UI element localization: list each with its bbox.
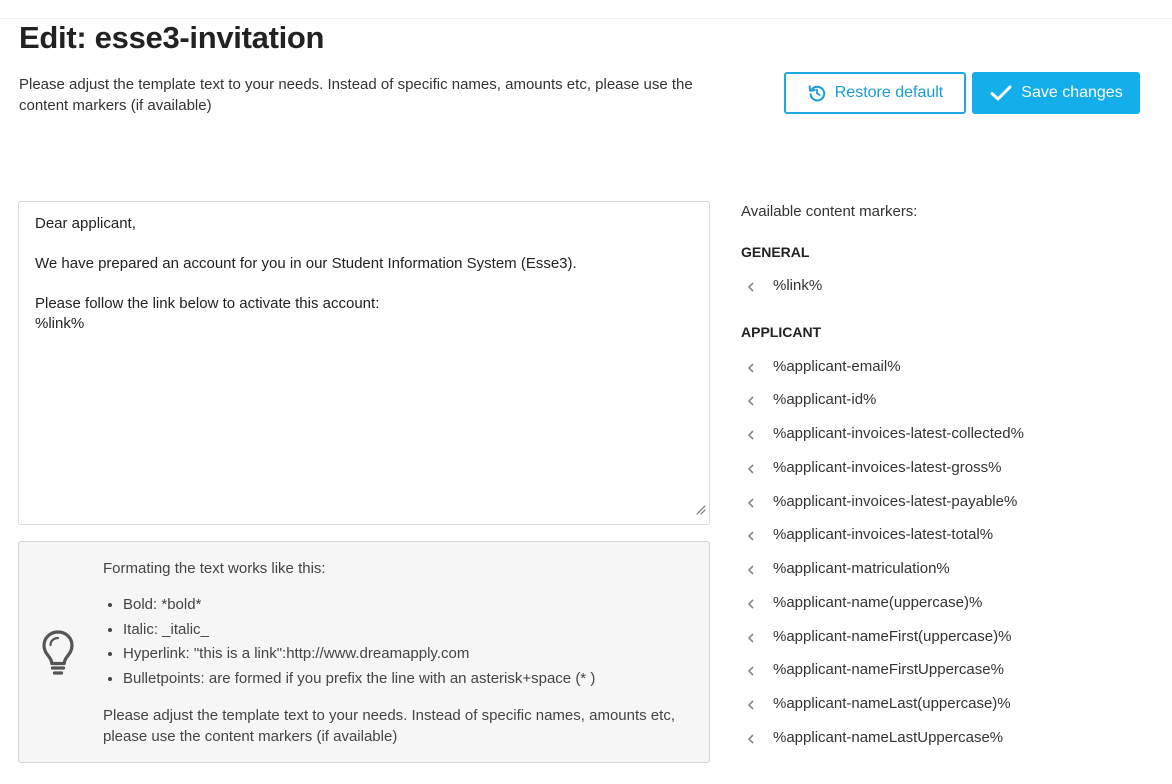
restore-icon: [807, 83, 827, 103]
marker-label: %applicant-nameLast(uppercase)%: [773, 695, 1011, 712]
page-intro: Please adjust the template text to your …: [19, 76, 693, 114]
editor-line: %link%: [35, 315, 85, 332]
chevron-left-icon: [747, 394, 755, 411]
chevron-left-icon: [747, 462, 755, 479]
resize-handle-icon[interactable]: [694, 501, 706, 521]
chevron-left-icon: [747, 597, 755, 614]
marker-label: %applicant-id%: [773, 391, 877, 408]
save-changes-label: Save changes: [1021, 84, 1123, 101]
chevron-left-icon: [747, 496, 755, 513]
marker-label: %applicant-invoices-latest-total%: [773, 526, 994, 543]
marker-label: %applicant-matriculation%: [773, 560, 950, 577]
chevron-left-icon: [747, 428, 755, 445]
marker-label: %applicant-nameFirst(uppercase)%: [773, 628, 1012, 645]
chevron-left-icon: [747, 732, 755, 749]
top-divider: [0, 18, 1172, 19]
checkmark-icon: [989, 83, 1013, 103]
content-markers-title: Available content markers:: [741, 203, 918, 220]
help-heading: Formating the text works like this:: [103, 560, 326, 577]
help-list: Bold: *bold* Italic: _italic_ Hyperlink:…: [103, 593, 595, 691]
marker-label: %link%: [773, 277, 823, 294]
marker-label: %applicant-nameFirstUppercase%: [773, 661, 1004, 678]
restore-default-button[interactable]: Restore default: [784, 72, 966, 114]
formatting-help-panel: Formating the text works like this: Bold…: [18, 541, 710, 763]
help-item: Bold: *bold*: [123, 593, 595, 618]
chevron-left-icon: [747, 361, 755, 378]
chevron-left-icon: [747, 664, 755, 681]
lightbulb-icon: [41, 629, 75, 681]
help-footer: Please adjust the template text to your …: [103, 707, 675, 745]
help-item: Italic: _italic_: [123, 618, 595, 643]
page-title: Edit: esse3-invitation: [19, 20, 325, 55]
marker-label: %applicant-name(uppercase)%: [773, 594, 983, 611]
chevron-left-icon: [747, 698, 755, 715]
marker-section-applicant: APPLICANT: [741, 324, 822, 340]
help-item: Bulletpoints: are formed if you prefix t…: [123, 667, 595, 692]
restore-default-label: Restore default: [834, 84, 944, 101]
chevron-left-icon: [747, 280, 755, 297]
marker-section-general: GENERAL: [741, 244, 810, 260]
marker-label: %applicant-invoices-latest-gross%: [773, 459, 1002, 476]
marker-label: %applicant-invoices-latest-collected%: [773, 425, 1024, 442]
editor-line: We have prepared an account for you in o…: [35, 255, 577, 272]
chevron-left-icon: [747, 529, 755, 546]
editor-line: Dear applicant,: [35, 215, 136, 232]
chevron-left-icon: [747, 563, 755, 580]
template-text-editor[interactable]: Dear applicant, We have prepared an acco…: [18, 201, 710, 525]
chevron-left-icon: [747, 631, 755, 648]
marker-label: %applicant-email%: [773, 358, 901, 375]
marker-label: %applicant-nameLastUppercase%: [773, 729, 1004, 746]
marker-label: %applicant-invoices-latest-payable%: [773, 493, 1018, 510]
editor-line: Please follow the link below to activate…: [35, 295, 380, 312]
save-changes-button[interactable]: Save changes: [972, 72, 1140, 114]
help-item: Hyperlink: "this is a link":http://www.d…: [123, 642, 595, 667]
